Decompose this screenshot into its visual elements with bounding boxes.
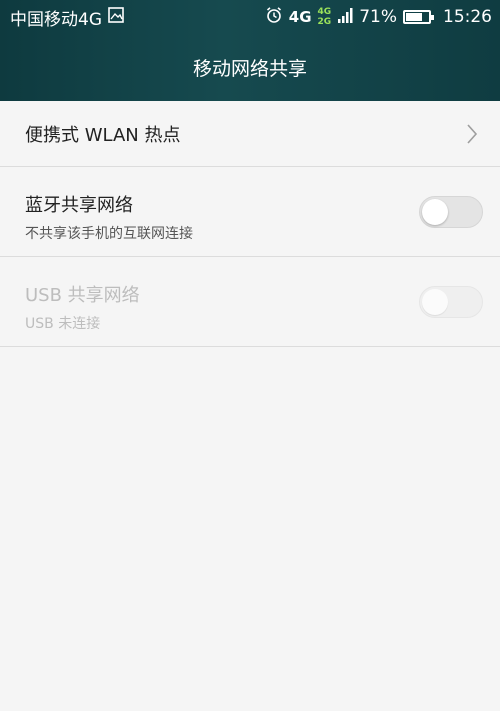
status-bar: 中国移动4G 4G 4G 2G 71% 15:26 [0,0,500,34]
wlan-hotspot-label: 便携式 WLAN 热点 [25,124,181,146]
usb-tethering-label: USB 共享网络 [25,285,140,306]
wlan-hotspot-item[interactable]: 便携式 WLAN 热点 [0,101,500,167]
bluetooth-tethering-label: 蓝牙共享网络 [25,195,133,216]
bluetooth-tethering-toggle[interactable] [419,196,483,228]
usb-tethering-toggle [419,286,483,318]
usb-tethering-item: USB 共享网络 USB 未连接 [0,257,500,347]
battery-icon [403,10,434,24]
bluetooth-tethering-subtitle: 不共享该手机的互联网连接 [25,226,193,242]
usb-tethering-subtitle: USB 未连接 [25,316,101,332]
network-4g-small: 4G [317,7,332,17]
page-title: 移动网络共享 [192,58,307,80]
dual-network-indicator: 4G 2G [318,7,332,27]
battery-fill [406,13,422,21]
battery-percent: 71% [359,7,397,27]
alarm-icon [265,6,283,29]
settings-list: 便携式 WLAN 热点 蓝牙共享网络 不共享该手机的互联网连接 USB 共享网络… [0,101,500,347]
toggle-knob [422,199,448,225]
signal-icon [337,6,353,29]
clock: 15:26 [443,7,492,27]
network-type-label: 4G [288,8,312,26]
toggle-knob [422,289,448,315]
top-bar: 中国移动4G 4G 4G 2G 71% 15:26 移动网络共享 [0,0,500,101]
network-2g-small: 2G [317,17,332,27]
image-icon [108,6,124,28]
carrier-label: 中国移动4G [10,9,102,30]
bluetooth-tethering-item[interactable]: 蓝牙共享网络 不共享该手机的互联网连接 [0,167,500,257]
chevron-right-icon [464,123,480,145]
